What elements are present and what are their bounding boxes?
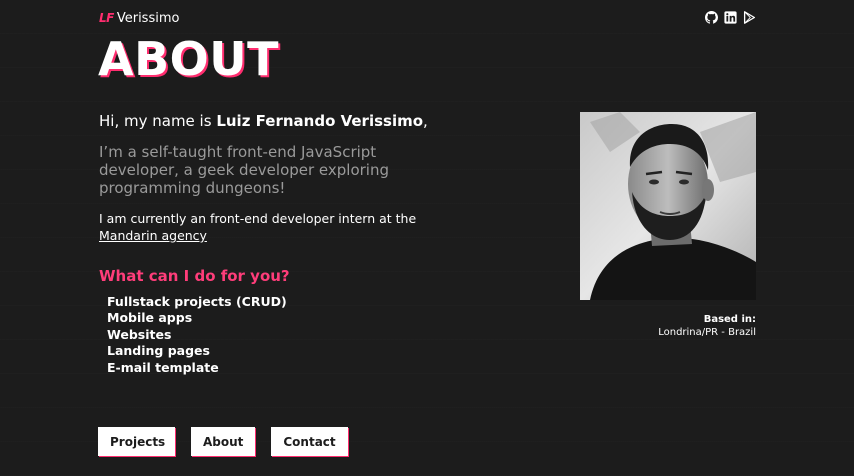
page-title: ABOUT xyxy=(98,32,279,86)
services-list: Fullstack projects (CRUD) Mobile apps We… xyxy=(107,294,287,376)
location-value: Londrina/PR - Brazil xyxy=(658,327,756,338)
location-label: Based in: xyxy=(703,314,756,325)
intro-name: Luiz Fernando Verissimo xyxy=(216,112,424,130)
logo-text: Verissimo xyxy=(116,11,180,26)
service-item: Fullstack projects (CRUD) xyxy=(107,294,287,309)
site-logo[interactable]: LF Verissimo xyxy=(99,11,179,26)
current-position-text: I am currently an front-end developer in… xyxy=(99,211,417,226)
service-item: E-mail template xyxy=(107,359,219,375)
logo-mark: LF xyxy=(99,11,114,25)
profile-photo-image xyxy=(580,112,756,300)
current-position: I am currently an front-end developer in… xyxy=(99,210,429,244)
services-title: What can I do for you? xyxy=(99,267,290,285)
intro-line: Hi, my name is Luiz Fernando Verissimo, xyxy=(99,112,428,130)
profile-photo xyxy=(580,112,756,300)
linkedin-icon[interactable] xyxy=(724,11,737,24)
service-item: Landing pages xyxy=(107,343,210,359)
tagline: I’m a self-taught front-end JavaScript d… xyxy=(99,143,390,197)
nav-buttons: Projects About Contact xyxy=(98,427,348,456)
location-info: Based in: Londrina/PR - Brazil xyxy=(658,313,756,339)
intro-greeting: Hi, my name is xyxy=(99,112,217,130)
projects-button[interactable]: Projects xyxy=(98,427,175,456)
social-links xyxy=(705,11,756,24)
service-item: Websites xyxy=(107,326,172,342)
about-button[interactable]: About xyxy=(191,427,255,456)
service-item: Mobile apps xyxy=(107,310,193,326)
intro-suffix: , xyxy=(423,112,428,130)
github-icon[interactable] xyxy=(705,11,718,24)
mandarin-agency-link[interactable]: Mandarin agency xyxy=(99,228,207,243)
play-store-icon[interactable] xyxy=(743,11,756,24)
about-page: LF Verissimo ABOUT Hi, my name is Luiz F… xyxy=(0,0,854,476)
contact-button[interactable]: Contact xyxy=(271,427,348,456)
